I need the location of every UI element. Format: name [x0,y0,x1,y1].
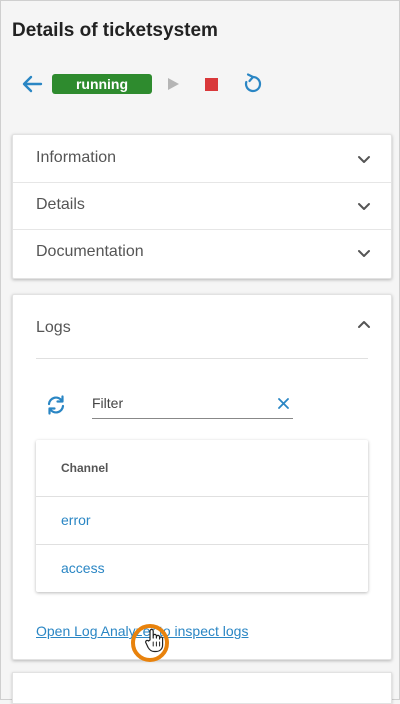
log-channels-table: Channel error access [36,440,368,592]
arrow-left-icon[interactable] [21,74,43,94]
table-row[interactable]: access [36,545,368,592]
refresh-icon[interactable] [45,394,67,416]
channel-link-access[interactable]: access [61,560,105,576]
page-title: Details of ticketsystem [12,20,218,41]
filter-input[interactable] [92,390,272,416]
chevron-up-icon [358,321,370,328]
sections-panel: Information Details Documentation [12,134,392,279]
column-header-channel: Channel [61,461,109,475]
stop-icon[interactable] [205,78,218,91]
section-label: Documentation [36,243,144,260]
chevron-down-icon [358,156,370,163]
hand-cursor-icon [145,628,164,653]
play-icon[interactable] [165,76,181,92]
section-information[interactable]: Information [13,135,391,183]
divider [36,358,368,359]
chevron-down-icon [358,203,370,210]
section-label: Details [36,196,85,213]
next-panel [12,672,392,704]
service-toolbar: running [1,67,400,101]
restart-icon[interactable] [242,73,264,95]
section-label: Information [36,149,117,166]
channel-link-error[interactable]: error [61,512,91,528]
chevron-down-icon [358,250,370,257]
close-icon[interactable] [278,398,289,409]
section-details[interactable]: Details [13,182,391,230]
logs-panel: Logs Channel error acc [12,294,392,660]
section-documentation[interactable]: Documentation [13,229,391,276]
app-window: Details of ticketsystem running Informat… [0,0,400,704]
logs-title: Logs [36,319,71,336]
filter-field [92,390,293,419]
table-row[interactable]: error [36,497,368,545]
status-badge: running [52,74,152,94]
logs-header[interactable]: Logs [13,295,391,359]
table-header: Channel [36,440,368,497]
